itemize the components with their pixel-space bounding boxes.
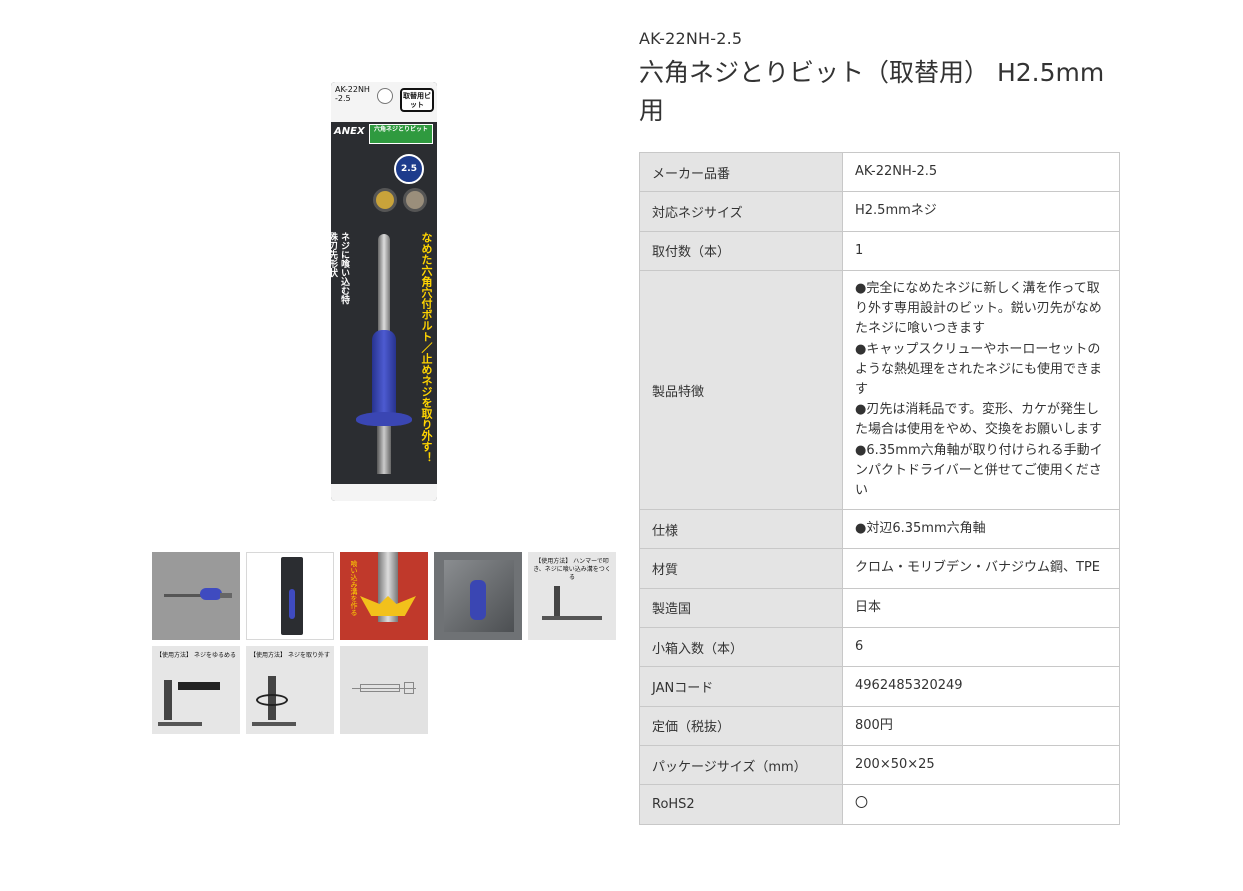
bit-grip xyxy=(372,330,396,425)
thumb-8-drawing xyxy=(360,684,400,692)
spec-value: ●対辺6.35mm六角軸 xyxy=(842,509,1120,550)
spec-row: 対応ネジサイズ H2.5mmネジ xyxy=(639,191,1120,232)
thumb-6-tool xyxy=(178,682,220,690)
thumb-5-surface xyxy=(542,616,602,620)
spec-row: 製品特徴 ●完全になめたネジに新しく溝を作って取り外す専用設計のビット。鋭い刃先が… xyxy=(639,269,1120,511)
spec-key: 取付数（本） xyxy=(639,230,843,271)
hang-hole xyxy=(377,88,393,104)
main-product-image[interactable]: AK-22NH -2.5 取替用ビット ANEX 六角ネジとりビット 2.5 ネ… xyxy=(331,82,437,501)
package-footer xyxy=(331,484,437,501)
spec-row: メーカー品番 AK-22NH-2.5 xyxy=(639,151,1120,193)
thumb-groove-graphic xyxy=(360,596,416,616)
spec-key: 仕様 xyxy=(639,509,843,550)
spec-value: 日本 xyxy=(842,587,1120,629)
spec-key: 製造国 xyxy=(639,587,843,629)
thumb-8-drawing-end xyxy=(404,682,414,694)
thumb-5-bit xyxy=(554,586,560,616)
thumb-6-bit xyxy=(164,680,172,720)
bolt-before-icon xyxy=(373,188,397,212)
thumbnail-1[interactable] xyxy=(152,552,240,640)
spec-row: 製造国 日本 xyxy=(639,587,1120,629)
spec-row: 材質 クロム・モリブデン・バナジウム鋼、TPE xyxy=(639,548,1120,589)
brand-logo: ANEX xyxy=(334,126,365,137)
thumbnail-8[interactable] xyxy=(340,646,428,734)
thumb-6-caption: 【使用方法】 ネジをゆるめる xyxy=(156,652,236,659)
spec-row: 小箱入数（本） 6 xyxy=(639,627,1120,668)
spec-value: クロム・モリブデン・バナジウム鋼、TPE xyxy=(842,548,1120,589)
spec-value: 200×50×25 xyxy=(842,744,1120,786)
package-white-text: ネジに喰い込む特殊刃先形状 xyxy=(331,232,349,304)
spec-value: AK-22NH-2.5 xyxy=(842,151,1120,193)
spec-row: 仕様 ●対辺6.35mm六角軸 xyxy=(639,509,1120,550)
spec-key: JANコード xyxy=(639,666,843,707)
spec-key: 材質 xyxy=(639,548,843,589)
thumb-3-caption: 喰い込み溝を作る xyxy=(350,560,358,616)
thumb-package-grip xyxy=(289,589,295,619)
spec-key: パッケージサイズ（mm） xyxy=(639,744,843,786)
size-badge: 2.5 xyxy=(394,154,424,184)
spec-value: 1 xyxy=(842,230,1120,271)
spec-value: H2.5mmネジ xyxy=(842,191,1120,232)
thumbnail-4[interactable] xyxy=(434,552,522,640)
spec-key: 対応ネジサイズ xyxy=(639,191,843,232)
spec-value: 〇 xyxy=(842,784,1120,825)
thumbnail-5[interactable]: 【使用方法】 ハンマーで叩き、ネジに喰い込み溝をつくる xyxy=(528,552,616,640)
spec-key: メーカー品番 xyxy=(639,151,843,193)
bit-shaft xyxy=(378,234,390,344)
bit-hex-shank xyxy=(377,426,391,474)
thumb-photo-grip xyxy=(470,580,486,620)
thumb-bit-hex xyxy=(220,593,232,598)
package-model-line2: -2.5 xyxy=(335,94,351,103)
spec-value: 4962485320249 xyxy=(842,666,1120,707)
spec-value: 6 xyxy=(842,627,1120,668)
package-model: AK-22NH -2.5 xyxy=(335,85,370,103)
spec-key: 製品特徴 xyxy=(639,269,843,511)
package-header: AK-22NH -2.5 取替用ビット xyxy=(331,82,437,122)
spec-row: RoHS2 〇 xyxy=(639,784,1120,825)
spec-key: 小箱入数（本） xyxy=(639,627,843,668)
model-code: AK-22NH-2.5 xyxy=(639,29,743,48)
thumb-7-surface xyxy=(252,722,296,726)
thumbnail-2[interactable] xyxy=(246,552,334,640)
thumb-7-rotate-icon xyxy=(256,694,288,706)
spec-value: 800円 xyxy=(842,705,1120,746)
replacement-badge: 取替用ビット xyxy=(400,88,434,112)
thumbnail-7[interactable]: 【使用方法】 ネジを取り外す xyxy=(246,646,334,734)
thumb-6-surface xyxy=(158,722,202,726)
thumbnail-6[interactable]: 【使用方法】 ネジをゆるめる xyxy=(152,646,240,734)
thumb-5-caption: 【使用方法】 ハンマーで叩き、ネジに喰い込み溝をつくる xyxy=(533,558,611,581)
bit-flange xyxy=(356,412,412,426)
package-yellow-text: なめた六角穴付ボルト／止めネジを取り外す！ xyxy=(420,232,433,463)
thumb-7-caption: 【使用方法】 ネジを取り外す xyxy=(250,652,330,659)
spec-value: ●完全になめたネジに新しく溝を作って取り外す専用設計のビット。鋭い刃先がなめたネ… xyxy=(842,269,1120,511)
package-model-line1: AK-22NH xyxy=(335,85,370,94)
spec-key: RoHS2 xyxy=(639,784,843,825)
spec-row: JANコード 4962485320249 xyxy=(639,666,1120,707)
product-title: 六角ネジとりビット（取替用） H2.5mm用 xyxy=(639,58,1105,125)
spec-row: 取付数（本） 1 xyxy=(639,230,1120,271)
spec-table: メーカー品番 AK-22NH-2.5 対応ネジサイズ H2.5mmネジ 取付数（本） 1 製… xyxy=(639,151,1120,825)
thumb-bit-grip xyxy=(200,588,222,600)
spec-row: パッケージサイズ（mm） 200×50×25 xyxy=(639,744,1120,786)
spec-key: 定価（税抜） xyxy=(639,705,843,746)
thumbnail-3[interactable]: 喰い込み溝を作る xyxy=(340,552,428,640)
bolt-after-icon xyxy=(403,188,427,212)
spec-row: 定価（税抜） 800円 xyxy=(639,705,1120,746)
package-green-label: 六角ネジとりビット xyxy=(369,124,433,144)
